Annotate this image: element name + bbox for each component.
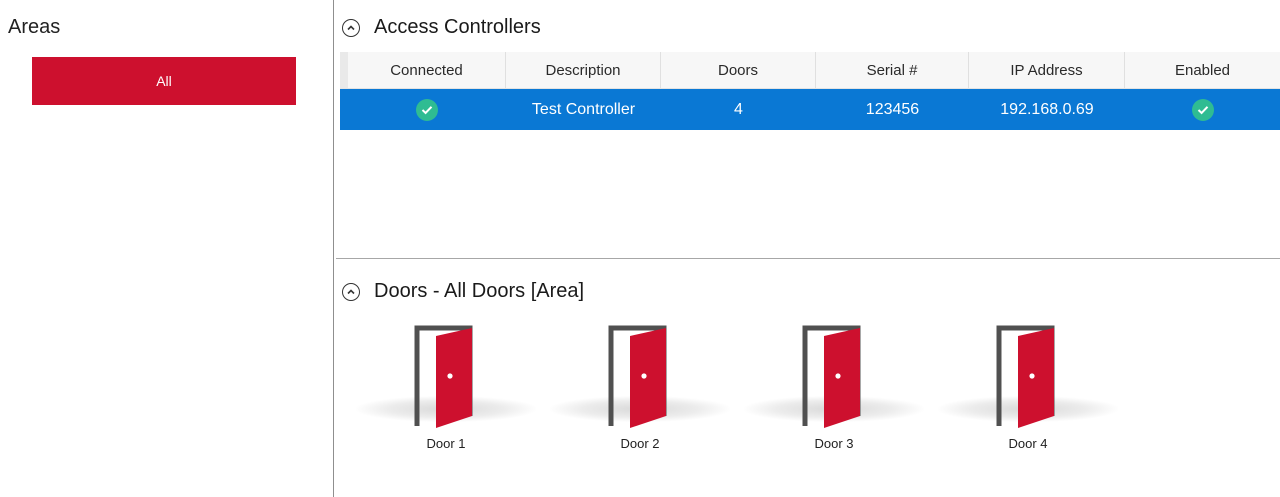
cell-description: Test Controller <box>531 100 636 118</box>
areas-panel: Areas All <box>0 0 333 497</box>
door-label: Door 2 <box>620 436 660 451</box>
column-header-enabled[interactable]: Enabled <box>1125 52 1280 88</box>
check-circle-icon <box>416 98 438 121</box>
area-all-button[interactable]: All <box>32 57 296 105</box>
column-header-serial[interactable]: Serial # <box>816 52 969 88</box>
check-circle-icon <box>1191 98 1214 121</box>
cell-connected <box>348 89 506 130</box>
cell-doors: 4 <box>734 100 743 118</box>
door-tile-3[interactable]: Door 3 <box>734 318 924 458</box>
door-open-icon <box>996 325 1055 428</box>
grid-header: Connected Description Doors Serial # IP … <box>340 52 1280 89</box>
column-header-ip-address[interactable]: IP Address <box>969 52 1125 88</box>
door-open-icon <box>802 325 861 428</box>
controllers-grid: Connected Description Doors Serial # IP … <box>340 52 1280 130</box>
section-splitter[interactable] <box>336 258 1280 259</box>
door-open-icon <box>608 325 667 428</box>
door-label: Door 1 <box>426 436 466 451</box>
door-tile-2[interactable]: Door 2 <box>540 318 730 458</box>
row-header-gutter <box>340 52 348 88</box>
collapse-controllers-icon[interactable] <box>342 18 360 37</box>
column-header-connected[interactable]: Connected <box>348 52 506 88</box>
doors-panel: Door 1 Door 2 Door 3 Door 4 <box>340 318 1280 468</box>
areas-title: Areas <box>8 16 61 38</box>
cell-enabled <box>1125 89 1280 130</box>
cell-serial: 123456 <box>865 100 920 118</box>
column-header-description[interactable]: Description <box>506 52 661 88</box>
doors-header: Doors - All Doors [Area] <box>342 280 584 303</box>
controllers-title: Access Controllers <box>374 16 541 38</box>
area-all-label: All <box>156 73 172 89</box>
table-row[interactable]: Test Controller 4 123456 192.168.0.69 <box>340 89 1280 130</box>
cell-ip-address: 192.168.0.69 <box>1000 100 1094 118</box>
panel-divider[interactable] <box>333 0 334 497</box>
door-label: Door 3 <box>814 436 854 451</box>
doors-title: Doors - All Doors [Area] <box>374 280 585 302</box>
controllers-header: Access Controllers <box>342 16 541 39</box>
collapse-doors-icon[interactable] <box>342 282 360 301</box>
door-tile-1[interactable]: Door 1 <box>346 318 536 458</box>
door-open-icon <box>414 325 473 428</box>
door-label: Door 4 <box>1008 436 1048 451</box>
door-tile-4[interactable]: Door 4 <box>928 318 1118 458</box>
row-selector[interactable] <box>340 89 348 130</box>
column-header-doors[interactable]: Doors <box>661 52 816 88</box>
